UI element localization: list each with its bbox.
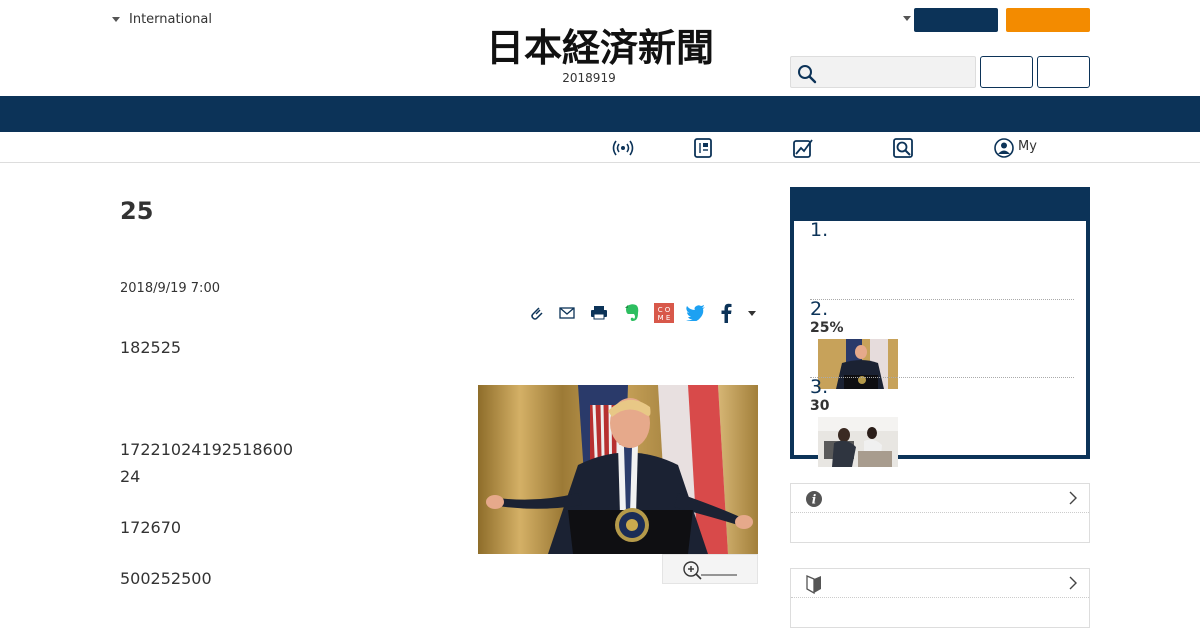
sub-navigation: My: [0, 132, 1200, 163]
article-photo[interactable]: [478, 385, 758, 554]
site-header: International 日本経済新聞 2018919: [0, 0, 1200, 96]
print-icon[interactable]: [588, 302, 610, 324]
ranking-number: 1.: [810, 219, 829, 241]
caret-down-icon[interactable]: [741, 302, 763, 324]
edition-selector[interactable]: International: [112, 12, 212, 27]
edition-label: International: [129, 12, 212, 27]
evernote-icon[interactable]: [621, 302, 643, 324]
info-icon: i: [806, 491, 822, 507]
beginner-box-header[interactable]: [791, 569, 1089, 598]
caret-down-icon[interactable]: [903, 16, 911, 21]
zoom-in-icon: [683, 561, 737, 580]
beginner-box[interactable]: [790, 568, 1090, 628]
beginner-mark-icon: [806, 575, 821, 595]
ranking-subtitle: 30: [810, 398, 830, 414]
svg-text:C O: C O: [658, 306, 671, 314]
info-box-header[interactable]: i: [791, 484, 1089, 513]
site-logo[interactable]: 日本経済新聞: [452, 27, 748, 69]
logo-text: 日本経済新聞: [486, 27, 714, 69]
search-button[interactable]: [980, 56, 1033, 88]
ranking-number: 2.: [810, 298, 829, 320]
user-icon[interactable]: [993, 137, 1015, 159]
ranking-header: [790, 187, 1090, 221]
ranking-thumbnail[interactable]: [818, 417, 898, 467]
article-date: 2018/9/19 7:00: [120, 281, 220, 296]
zoom-button[interactable]: [662, 554, 758, 584]
chevron-right-icon: [1069, 491, 1077, 505]
news-search-icon[interactable]: [892, 137, 914, 159]
caret-down-icon: [112, 17, 120, 22]
subscribe-button[interactable]: [914, 8, 998, 32]
clip-icon[interactable]: [526, 302, 548, 324]
main-navigation[interactable]: [0, 96, 1200, 132]
ranking-number: 3.: [810, 376, 829, 398]
share-toolbar: C OM E: [526, 302, 762, 326]
svg-text:M E: M E: [658, 314, 671, 322]
article-paragraph: 172670: [120, 518, 182, 537]
ranking-item[interactable]: 3. 30: [810, 376, 1070, 414]
facebook-icon[interactable]: [715, 302, 737, 324]
article-paragraph: 182525: [120, 338, 182, 357]
twitter-icon[interactable]: [685, 302, 707, 324]
article-paragraph: 24: [120, 467, 141, 486]
advanced-search-button[interactable]: [1037, 56, 1090, 88]
mail-icon[interactable]: [556, 302, 578, 324]
search-input[interactable]: [790, 56, 976, 88]
issue-date: 2018919: [562, 71, 616, 85]
chevron-right-icon: [1069, 576, 1077, 590]
market-chart-icon[interactable]: [792, 137, 814, 159]
live-broadcast-icon[interactable]: [612, 137, 634, 159]
article-paragraph: 500252500: [120, 569, 212, 588]
search-icon[interactable]: [797, 64, 817, 84]
info-box[interactable]: i: [790, 483, 1090, 543]
paper-edition-icon[interactable]: [692, 137, 714, 159]
ranking-panel: 1. 2. 25% 3. 30: [790, 187, 1090, 467]
article-title: 25: [120, 197, 154, 225]
svg-text:i: i: [812, 493, 817, 507]
ranking-subtitle: 25%: [810, 320, 844, 336]
my-page-label[interactable]: My: [1018, 139, 1037, 154]
ranking-item[interactable]: 1.: [810, 219, 1070, 241]
ranking-item[interactable]: 2. 25%: [810, 298, 1070, 336]
come-icon[interactable]: C OM E: [653, 302, 675, 324]
login-button[interactable]: [1006, 8, 1090, 32]
article-paragraph: 17221024192518600: [120, 440, 294, 459]
